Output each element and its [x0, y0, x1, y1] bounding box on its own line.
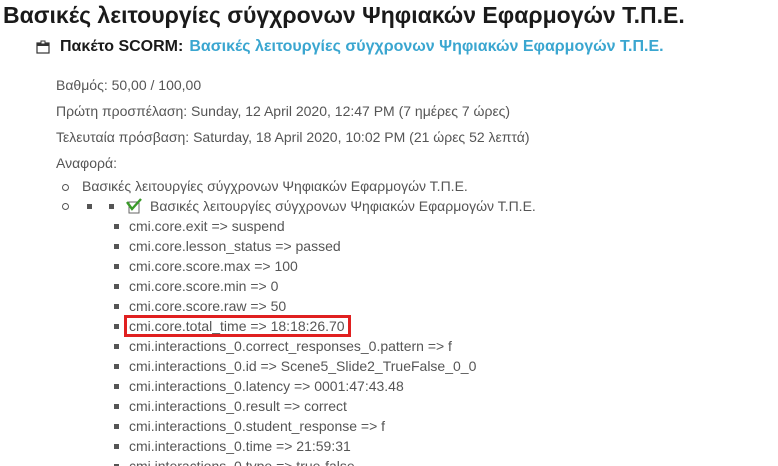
report-data-text: cmi.interactions_0.id => Scene5_Slide2_T…	[129, 358, 477, 374]
bullet-square	[114, 423, 119, 429]
bullet-square	[87, 203, 92, 209]
report-data-item: cmi.interactions_0.latency => 0001:47:43…	[114, 378, 404, 394]
report-data-item: cmi.interactions_0.student_response => f	[114, 418, 385, 434]
bullet-square	[114, 323, 119, 329]
report-level1-item: Βασικές λειτουργίες σύγχρονων Ψηφιακών Ε…	[62, 178, 468, 194]
bullet-square	[114, 243, 119, 249]
total-time-highlight: cmi.core.total_time => 18:18:26.70	[124, 315, 351, 337]
bullet-square	[114, 343, 119, 349]
report-data-item: cmi.interactions_0.id => Scene5_Slide2_T…	[114, 358, 476, 374]
bullet-circle	[62, 202, 69, 210]
page-title: Βασικές λειτουργίες σύγχρονων Ψηφιακών Ε…	[3, 2, 685, 28]
scorm-package-icon	[36, 40, 50, 54]
report-data-text: cmi.core.lesson_status => passed	[129, 238, 341, 254]
bullet-circle	[62, 183, 69, 191]
scorm-report-page: Βασικές λειτουργίες σύγχρονων Ψηφιακών Ε…	[0, 0, 778, 466]
bullet-square	[114, 363, 119, 369]
report-data-text: cmi.interactions_0.result => correct	[129, 398, 347, 414]
last-access-text: Τελευταία πρόσβαση: Saturday, 18 April 2…	[56, 129, 530, 145]
report-data-text: cmi.interactions_0.correct_responses_0.p…	[129, 338, 452, 354]
bullet-square	[114, 303, 119, 309]
report-data-item: cmi.interactions_0.result => correct	[114, 398, 347, 414]
report-data-text: cmi.interactions_0.student_response => f	[129, 418, 386, 434]
report-sco-title: Βασικές λειτουργίες σύγχρονων Ψηφιακών Ε…	[150, 198, 536, 214]
report-level1-title: Βασικές λειτουργίες σύγχρονων Ψηφιακών Ε…	[82, 178, 468, 194]
report-data-item: cmi.interactions_0.type => true-false	[114, 458, 355, 466]
report-data-item: cmi.core.lesson_status => passed	[114, 238, 341, 254]
report-data-text: cmi.interactions_0.type => true-false	[129, 458, 355, 466]
bullet-square	[114, 383, 119, 389]
report-data-text: cmi.interactions_0.latency => 0001:47:43…	[129, 378, 404, 394]
report-data-item: cmi.interactions_0.correct_responses_0.p…	[114, 338, 452, 354]
bullet-square	[114, 403, 119, 409]
bullet-square	[109, 203, 114, 209]
bullet-square	[114, 443, 119, 449]
report-data-text: cmi.interactions_0.time => 21:59:31	[129, 438, 351, 454]
package-link[interactable]: Βασικές λειτουργίες σύγχρονων Ψηφιακών Ε…	[189, 38, 663, 56]
report-data-text: cmi.core.score.raw => 50	[129, 298, 287, 314]
report-data-item: cmi.core.exit => suspend	[114, 218, 285, 234]
report-sco-item: Βασικές λειτουργίες σύγχρονων Ψηφιακών Ε…	[62, 198, 536, 214]
report-label: Αναφορά:	[56, 155, 117, 171]
report-data-item-highlighted: cmi.core.total_time => 18:18:26.70	[114, 315, 351, 337]
report-data-text: cmi.core.exit => suspend	[129, 218, 285, 234]
grade-text: Βαθμός: 50,00 / 100,00	[56, 77, 202, 93]
package-label: Πακέτο SCORM:	[60, 38, 184, 55]
bullet-square	[114, 223, 119, 229]
report-data-item: cmi.core.score.max => 100	[114, 258, 298, 274]
report-data-item: cmi.core.score.raw => 50	[114, 298, 286, 314]
completed-check-icon	[126, 198, 142, 214]
bullet-square	[114, 283, 119, 289]
scorm-package-row: Πακέτο SCORM: Βασικές λειτουργίες σύγχρο…	[36, 38, 664, 56]
report-data-item: cmi.core.score.min => 0	[114, 278, 278, 294]
bullet-square	[114, 263, 119, 269]
report-data-item: cmi.interactions_0.time => 21:59:31	[114, 438, 351, 454]
report-data-text: cmi.core.score.min => 0	[129, 278, 279, 294]
first-access-text: Πρώτη προσπέλαση: Sunday, 12 April 2020,…	[56, 103, 511, 119]
report-data-text: cmi.core.score.max => 100	[129, 258, 298, 274]
